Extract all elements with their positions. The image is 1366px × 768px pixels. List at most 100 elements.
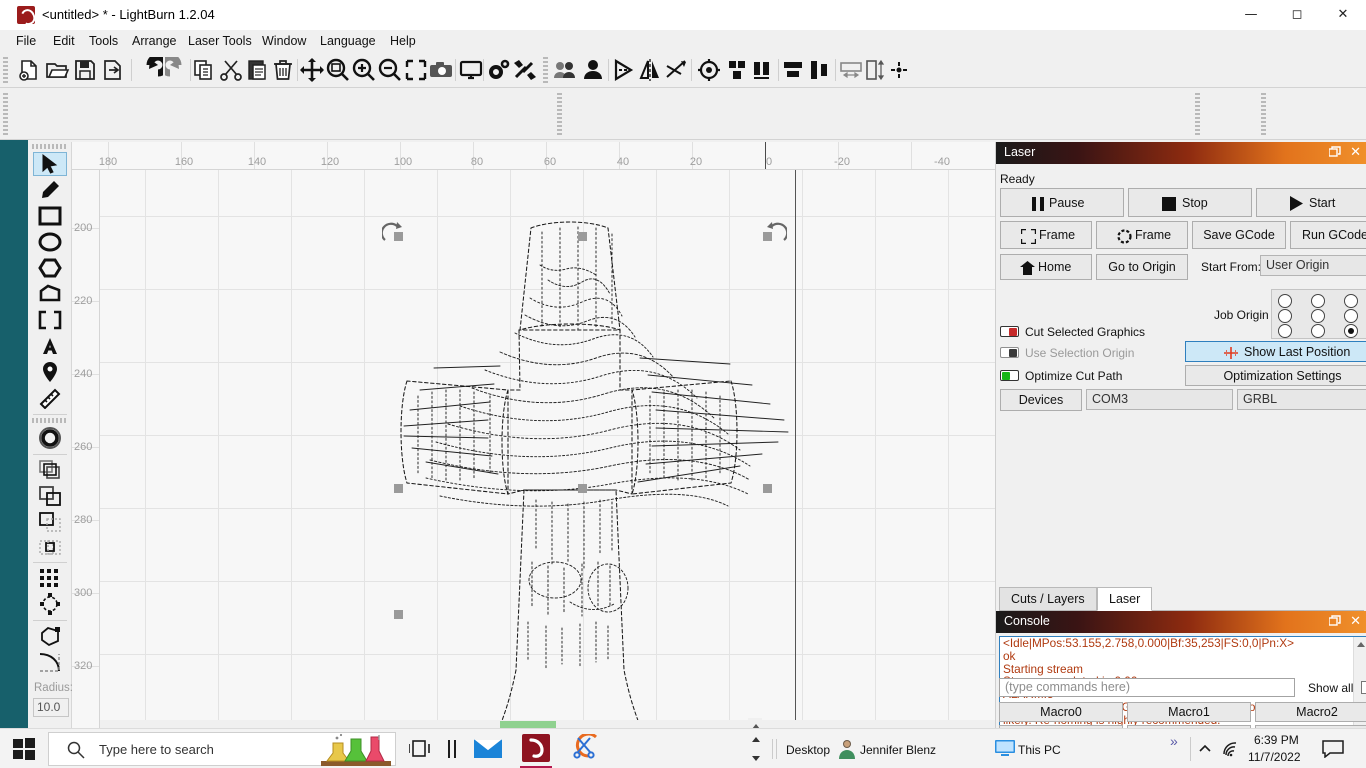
job-origin-0[interactable] — [1278, 294, 1292, 308]
menu-laser-tools[interactable]: Laser Tools — [182, 33, 258, 50]
pause-button[interactable]: Pause — [1000, 188, 1124, 217]
zoom-in-icon[interactable] — [351, 57, 377, 83]
stop-button[interactable]: Stop — [1128, 188, 1252, 217]
close-panel-icon[interactable]: ✕ — [1350, 144, 1361, 160]
maximize-button[interactable]: ◻ — [1274, 0, 1320, 30]
console-close-icon[interactable]: ✕ — [1350, 613, 1361, 629]
show-all-checkbox[interactable] — [1361, 681, 1366, 694]
macro0-button[interactable]: Macro0 — [999, 702, 1123, 722]
set-origin-icon[interactable] — [696, 57, 722, 83]
device-settings-icon[interactable] — [512, 57, 538, 83]
vertical-ruler[interactable]: 200 220 240 260 280 300 320 — [72, 170, 100, 732]
align-center-icon[interactable] — [781, 57, 807, 83]
cut-icon[interactable] — [218, 57, 244, 83]
spacing-vertical-icon[interactable] — [862, 57, 888, 83]
bracket-tool[interactable] — [33, 308, 67, 332]
close-button[interactable]: ✕ — [1320, 0, 1366, 30]
spacing-horizontal-icon[interactable] — [838, 57, 864, 83]
edit-nodes-tool[interactable] — [33, 624, 67, 648]
polygon-tool[interactable] — [33, 256, 67, 280]
frame-square-button[interactable]: Frame — [1000, 221, 1092, 249]
align-icon[interactable] — [724, 57, 750, 83]
toolbar-grip[interactable] — [3, 57, 8, 83]
select-tool[interactable] — [33, 152, 67, 176]
offset-shapes-tool[interactable] — [33, 426, 67, 450]
job-origin-grid[interactable] — [1271, 289, 1366, 339]
redo-icon[interactable] — [165, 57, 191, 83]
design-canvas[interactable] — [100, 170, 1000, 732]
palette-grip[interactable] — [32, 144, 68, 149]
taskbar-scroll-arrows[interactable] — [748, 729, 764, 768]
toolbar-grip-2[interactable] — [543, 57, 548, 83]
measure-tools-grip[interactable] — [1261, 93, 1266, 135]
flip-horizontal-icon[interactable] — [611, 57, 637, 83]
mirror-icon[interactable] — [637, 57, 663, 83]
move-icon[interactable] — [299, 57, 325, 83]
minimize-button[interactable]: — — [1228, 0, 1274, 30]
closed-polyline-tool[interactable] — [33, 282, 67, 306]
pencil-tool[interactable] — [33, 178, 67, 202]
close-path-icon[interactable] — [663, 57, 689, 83]
settings-icon[interactable] — [486, 57, 512, 83]
group-icon[interactable] — [552, 57, 578, 83]
fillet-tool[interactable] — [33, 650, 67, 674]
console-float-icon[interactable] — [1328, 615, 1341, 626]
macro1-button[interactable]: Macro1 — [1127, 702, 1251, 722]
delete-icon[interactable] — [270, 57, 296, 83]
save-file-icon[interactable] — [72, 57, 98, 83]
new-file-icon[interactable] — [16, 57, 42, 83]
overflow-chevron[interactable]: » — [1170, 733, 1178, 749]
selection-handle-ml[interactable] — [394, 610, 403, 619]
macro2-button[interactable]: Macro2 — [1255, 702, 1366, 722]
search-input[interactable]: Type here to search — [48, 732, 396, 766]
palette-grip-2[interactable] — [32, 418, 68, 423]
mail-icon[interactable] — [464, 729, 512, 768]
save-gcode-button[interactable]: Save GCode — [1192, 221, 1286, 249]
menu-help[interactable]: Help — [384, 33, 422, 50]
tab-cuts-layers[interactable]: Cuts / Layers — [999, 587, 1097, 611]
desktop-toolbar-label[interactable]: Desktop — [786, 743, 830, 757]
job-origin-3[interactable] — [1278, 309, 1292, 323]
go-to-origin-button[interactable]: Go to Origin — [1096, 254, 1188, 280]
circular-array-tool[interactable] — [33, 592, 67, 616]
preview-icon[interactable] — [458, 57, 484, 83]
use-selection-origin-toggle[interactable] — [1000, 347, 1019, 358]
tray-chevron-up-icon[interactable] — [1197, 741, 1213, 757]
zoom-selection-icon[interactable] — [403, 57, 429, 83]
ellipse-tool[interactable] — [33, 230, 67, 254]
optimization-settings-button[interactable]: Optimization Settings — [1185, 365, 1366, 386]
start-button[interactable] — [0, 729, 48, 768]
array-icon[interactable] — [886, 57, 912, 83]
rotate-handle-right[interactable] — [765, 222, 789, 244]
selection-handle-bl[interactable] — [394, 484, 403, 493]
undo-icon[interactable] — [137, 57, 163, 83]
menu-window[interactable]: Window — [256, 33, 312, 50]
text-tool[interactable] — [33, 334, 67, 358]
menu-language[interactable]: Language — [314, 33, 382, 50]
menu-file[interactable]: File — [10, 33, 42, 50]
run-gcode-button[interactable]: Run GCode — [1290, 221, 1366, 249]
float-panel-icon[interactable] — [1328, 146, 1341, 157]
job-origin-5[interactable] — [1344, 309, 1358, 323]
menu-tools[interactable]: Tools — [83, 33, 124, 50]
zoom-out-icon[interactable] — [377, 57, 403, 83]
boolean-subtract-tool[interactable] — [33, 510, 67, 534]
start-from-select[interactable]: User Origin — [1260, 255, 1366, 276]
cut-selected-graphics-toggle[interactable] — [1000, 326, 1019, 337]
copy-icon[interactable] — [192, 57, 218, 83]
radius-input[interactable]: 10.0 — [33, 698, 69, 717]
selection-handle-br[interactable] — [763, 484, 772, 493]
show-last-position-button[interactable]: Show Last Position — [1185, 341, 1366, 362]
firmware-select[interactable]: GRBL — [1237, 389, 1366, 410]
boolean-weld-tool[interactable] — [33, 484, 67, 508]
menu-edit[interactable]: Edit — [47, 33, 81, 50]
user-name-label[interactable]: Jennifer Blenz — [860, 743, 936, 757]
tab-laser[interactable]: Laser — [1097, 587, 1153, 611]
selection-handle-tc[interactable] — [578, 232, 587, 241]
this-pc-label[interactable]: This PC — [1018, 743, 1061, 757]
export-file-icon[interactable] — [100, 57, 126, 83]
menu-arrange[interactable]: Arrange — [126, 33, 182, 50]
frame-round-button[interactable]: Frame — [1096, 221, 1188, 249]
port-select[interactable]: COM3 — [1086, 389, 1233, 410]
wifi-icon[interactable] — [1222, 741, 1240, 757]
